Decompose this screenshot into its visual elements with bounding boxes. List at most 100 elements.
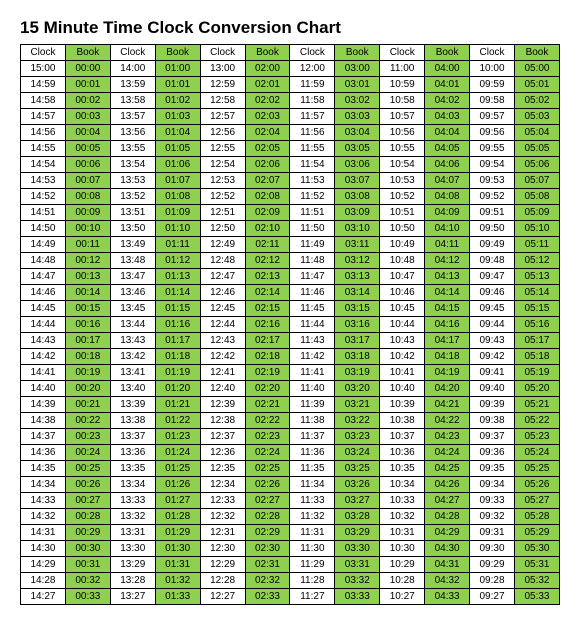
- book-cell: 02:25: [245, 461, 290, 477]
- book-cell: 05:06: [514, 157, 559, 173]
- col-header-clock: Clock: [470, 45, 515, 61]
- clock-cell: 09:33: [470, 493, 515, 509]
- book-cell: 01:14: [155, 285, 200, 301]
- clock-cell: 09:37: [470, 429, 515, 445]
- clock-cell: 13:47: [110, 269, 155, 285]
- book-cell: 01:07: [155, 173, 200, 189]
- chart-title: 15 Minute Time Clock Conversion Chart: [20, 18, 560, 38]
- book-cell: 00:26: [65, 477, 110, 493]
- clock-cell: 14:29: [21, 557, 66, 573]
- col-header-book: Book: [335, 45, 380, 61]
- clock-cell: 10:59: [380, 77, 425, 93]
- col-header-book: Book: [65, 45, 110, 61]
- book-cell: 00:16: [65, 317, 110, 333]
- clock-cell: 11:40: [290, 381, 335, 397]
- clock-cell: 14:00: [110, 61, 155, 77]
- clock-cell: 13:53: [110, 173, 155, 189]
- conversion-table: ClockBookClockBookClockBookClockBookCloc…: [20, 44, 560, 605]
- clock-cell: 09:36: [470, 445, 515, 461]
- book-cell: 01:05: [155, 141, 200, 157]
- book-cell: 05:26: [514, 477, 559, 493]
- book-cell: 02:15: [245, 301, 290, 317]
- book-cell: 02:03: [245, 109, 290, 125]
- clock-cell: 13:42: [110, 349, 155, 365]
- table-row: 14:3100:2913:3101:2912:3102:2911:3103:29…: [21, 525, 560, 541]
- clock-cell: 11:33: [290, 493, 335, 509]
- book-cell: 04:11: [425, 237, 470, 253]
- book-cell: 03:11: [335, 237, 380, 253]
- clock-cell: 14:28: [21, 573, 66, 589]
- col-header-book: Book: [155, 45, 200, 61]
- book-cell: 03:03: [335, 109, 380, 125]
- book-cell: 02:10: [245, 221, 290, 237]
- clock-cell: 14:48: [21, 253, 66, 269]
- clock-cell: 14:35: [21, 461, 66, 477]
- clock-cell: 12:55: [200, 141, 245, 157]
- book-cell: 03:02: [335, 93, 380, 109]
- book-cell: 03:30: [335, 541, 380, 557]
- clock-cell: 14:58: [21, 93, 66, 109]
- clock-cell: 12:54: [200, 157, 245, 173]
- clock-cell: 14:44: [21, 317, 66, 333]
- clock-cell: 11:32: [290, 509, 335, 525]
- clock-cell: 14:56: [21, 125, 66, 141]
- book-cell: 01:12: [155, 253, 200, 269]
- clock-cell: 14:47: [21, 269, 66, 285]
- book-cell: 04:07: [425, 173, 470, 189]
- book-cell: 01:24: [155, 445, 200, 461]
- book-cell: 00:21: [65, 397, 110, 413]
- table-row: 14:2800:3213:2801:3212:2802:3211:2803:32…: [21, 573, 560, 589]
- book-cell: 02:12: [245, 253, 290, 269]
- book-cell: 05:07: [514, 173, 559, 189]
- book-cell: 04:15: [425, 301, 470, 317]
- book-cell: 05:16: [514, 317, 559, 333]
- book-cell: 01:26: [155, 477, 200, 493]
- clock-cell: 12:28: [200, 573, 245, 589]
- book-cell: 00:03: [65, 109, 110, 125]
- clock-cell: 10:36: [380, 445, 425, 461]
- clock-cell: 10:57: [380, 109, 425, 125]
- book-cell: 05:14: [514, 285, 559, 301]
- book-cell: 05:17: [514, 333, 559, 349]
- book-cell: 00:22: [65, 413, 110, 429]
- book-cell: 05:09: [514, 205, 559, 221]
- book-cell: 01:28: [155, 509, 200, 525]
- clock-cell: 12:40: [200, 381, 245, 397]
- table-row: 14:4300:1713:4301:1712:4302:1711:4303:17…: [21, 333, 560, 349]
- table-row: 14:3500:2513:3501:2512:3502:2511:3503:25…: [21, 461, 560, 477]
- book-cell: 02:22: [245, 413, 290, 429]
- book-cell: 04:16: [425, 317, 470, 333]
- book-cell: 02:19: [245, 365, 290, 381]
- clock-cell: 13:54: [110, 157, 155, 173]
- clock-cell: 13:51: [110, 205, 155, 221]
- clock-cell: 11:35: [290, 461, 335, 477]
- clock-cell: 09:35: [470, 461, 515, 477]
- clock-cell: 15:00: [21, 61, 66, 77]
- book-cell: 01:23: [155, 429, 200, 445]
- clock-cell: 11:57: [290, 109, 335, 125]
- clock-cell: 12:37: [200, 429, 245, 445]
- book-cell: 02:01: [245, 77, 290, 93]
- clock-cell: 14:31: [21, 525, 66, 541]
- book-cell: 04:04: [425, 125, 470, 141]
- clock-cell: 10:47: [380, 269, 425, 285]
- book-cell: 04:33: [425, 589, 470, 605]
- book-cell: 01:30: [155, 541, 200, 557]
- clock-cell: 12:35: [200, 461, 245, 477]
- clock-cell: 13:59: [110, 77, 155, 93]
- table-row: 14:3800:2213:3801:2212:3802:2211:3803:22…: [21, 413, 560, 429]
- clock-cell: 10:56: [380, 125, 425, 141]
- clock-cell: 12:46: [200, 285, 245, 301]
- clock-cell: 12:48: [200, 253, 245, 269]
- book-cell: 01:22: [155, 413, 200, 429]
- clock-cell: 11:51: [290, 205, 335, 221]
- clock-cell: 12:36: [200, 445, 245, 461]
- clock-cell: 10:42: [380, 349, 425, 365]
- clock-cell: 09:30: [470, 541, 515, 557]
- book-cell: 03:06: [335, 157, 380, 173]
- clock-cell: 09:46: [470, 285, 515, 301]
- table-row: 14:4100:1913:4101:1912:4102:1911:4103:19…: [21, 365, 560, 381]
- book-cell: 01:21: [155, 397, 200, 413]
- book-cell: 01:08: [155, 189, 200, 205]
- book-cell: 04:26: [425, 477, 470, 493]
